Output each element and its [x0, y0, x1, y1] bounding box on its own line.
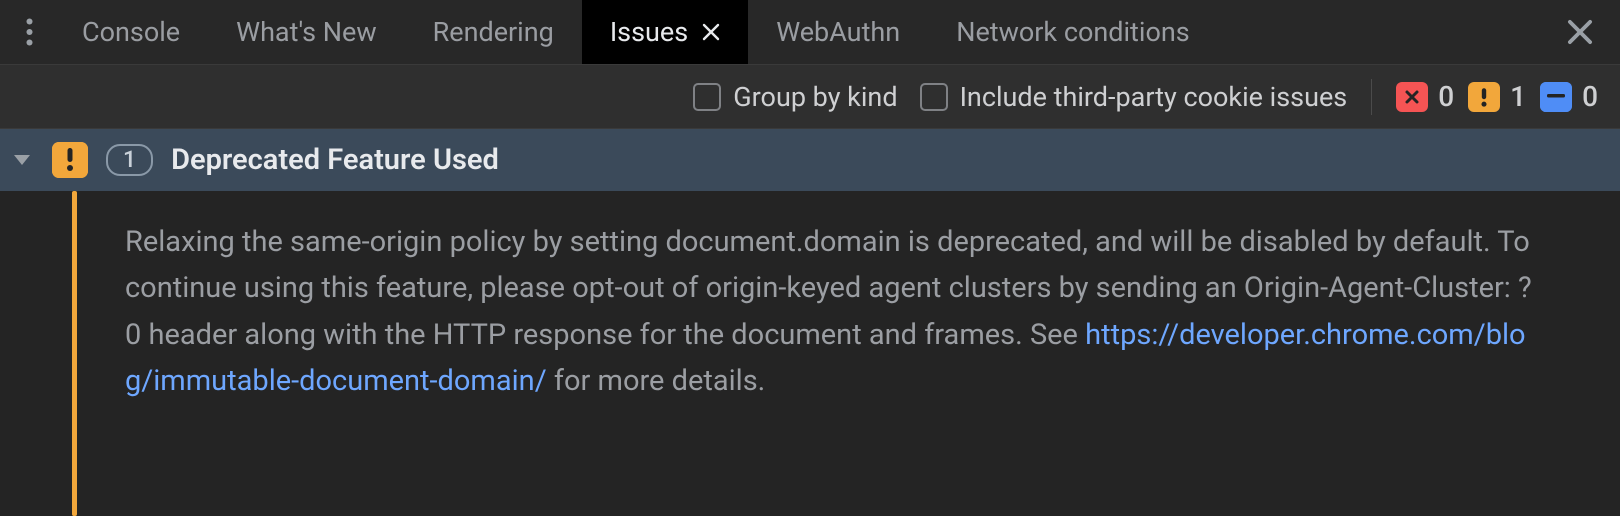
info-badge-icon — [1540, 82, 1572, 112]
issue-description: Relaxing the same-origin policy by setti… — [77, 191, 1577, 516]
tab-label: WebAuthn — [776, 16, 900, 48]
count-value: 1 — [1510, 80, 1526, 113]
checkbox-icon — [693, 83, 721, 111]
tab-close-button[interactable] — [702, 23, 720, 41]
issue-body-post: for more details. — [547, 364, 766, 398]
tab-label: What's New — [236, 16, 377, 48]
issue-row-header[interactable]: 1 Deprecated Feature Used — [0, 129, 1620, 191]
drawer-tabstrip: Console What's New Rendering Issues WebA… — [0, 0, 1620, 65]
issue-count-pill: 1 — [106, 144, 153, 176]
tab-label: Network conditions — [956, 16, 1190, 48]
error-badge-icon — [1396, 82, 1428, 112]
toolbar-divider — [1371, 79, 1372, 115]
tab-label: Console — [82, 16, 180, 48]
tab-issues[interactable]: Issues — [582, 0, 748, 64]
tab-label: Rendering — [433, 16, 554, 48]
disclosure-triangle[interactable] — [10, 153, 34, 167]
issue-title: Deprecated Feature Used — [171, 143, 499, 177]
kebab-menu-icon — [26, 18, 33, 46]
group-by-kind-toggle[interactable]: Group by kind — [693, 81, 897, 113]
error-count[interactable]: 0 — [1396, 80, 1454, 113]
tab-console[interactable]: Console — [54, 0, 208, 64]
more-tools-button[interactable] — [4, 0, 54, 65]
tab-whats-new[interactable]: What's New — [208, 0, 405, 64]
issue-counts: 0 1 0 — [1396, 80, 1598, 113]
issue-body-container: Relaxing the same-origin policy by setti… — [0, 191, 1620, 516]
info-count[interactable]: 0 — [1540, 80, 1598, 113]
include-third-party-toggle[interactable]: Include third-party cookie issues — [920, 81, 1348, 113]
tab-network-conditions[interactable]: Network conditions — [928, 0, 1218, 64]
close-icon — [1567, 19, 1593, 45]
count-value: 0 — [1438, 80, 1454, 113]
count-value: 0 — [1582, 80, 1598, 113]
chevron-down-icon — [13, 153, 31, 167]
close-icon — [702, 23, 720, 41]
warning-badge-icon — [1468, 82, 1500, 112]
tab-label: Issues — [610, 16, 688, 48]
drawer-close-button[interactable] — [1558, 10, 1602, 54]
checkbox-label: Include third-party cookie issues — [960, 81, 1348, 113]
tab-list: Console What's New Rendering Issues WebA… — [54, 0, 1558, 64]
checkbox-label: Group by kind — [733, 81, 897, 113]
tab-rendering[interactable]: Rendering — [405, 0, 582, 64]
warning-badge-icon — [52, 142, 88, 178]
tab-webauthn[interactable]: WebAuthn — [748, 0, 928, 64]
warning-count[interactable]: 1 — [1468, 80, 1526, 113]
issues-toolbar: Group by kind Include third-party cookie… — [0, 65, 1620, 129]
checkbox-icon — [920, 83, 948, 111]
